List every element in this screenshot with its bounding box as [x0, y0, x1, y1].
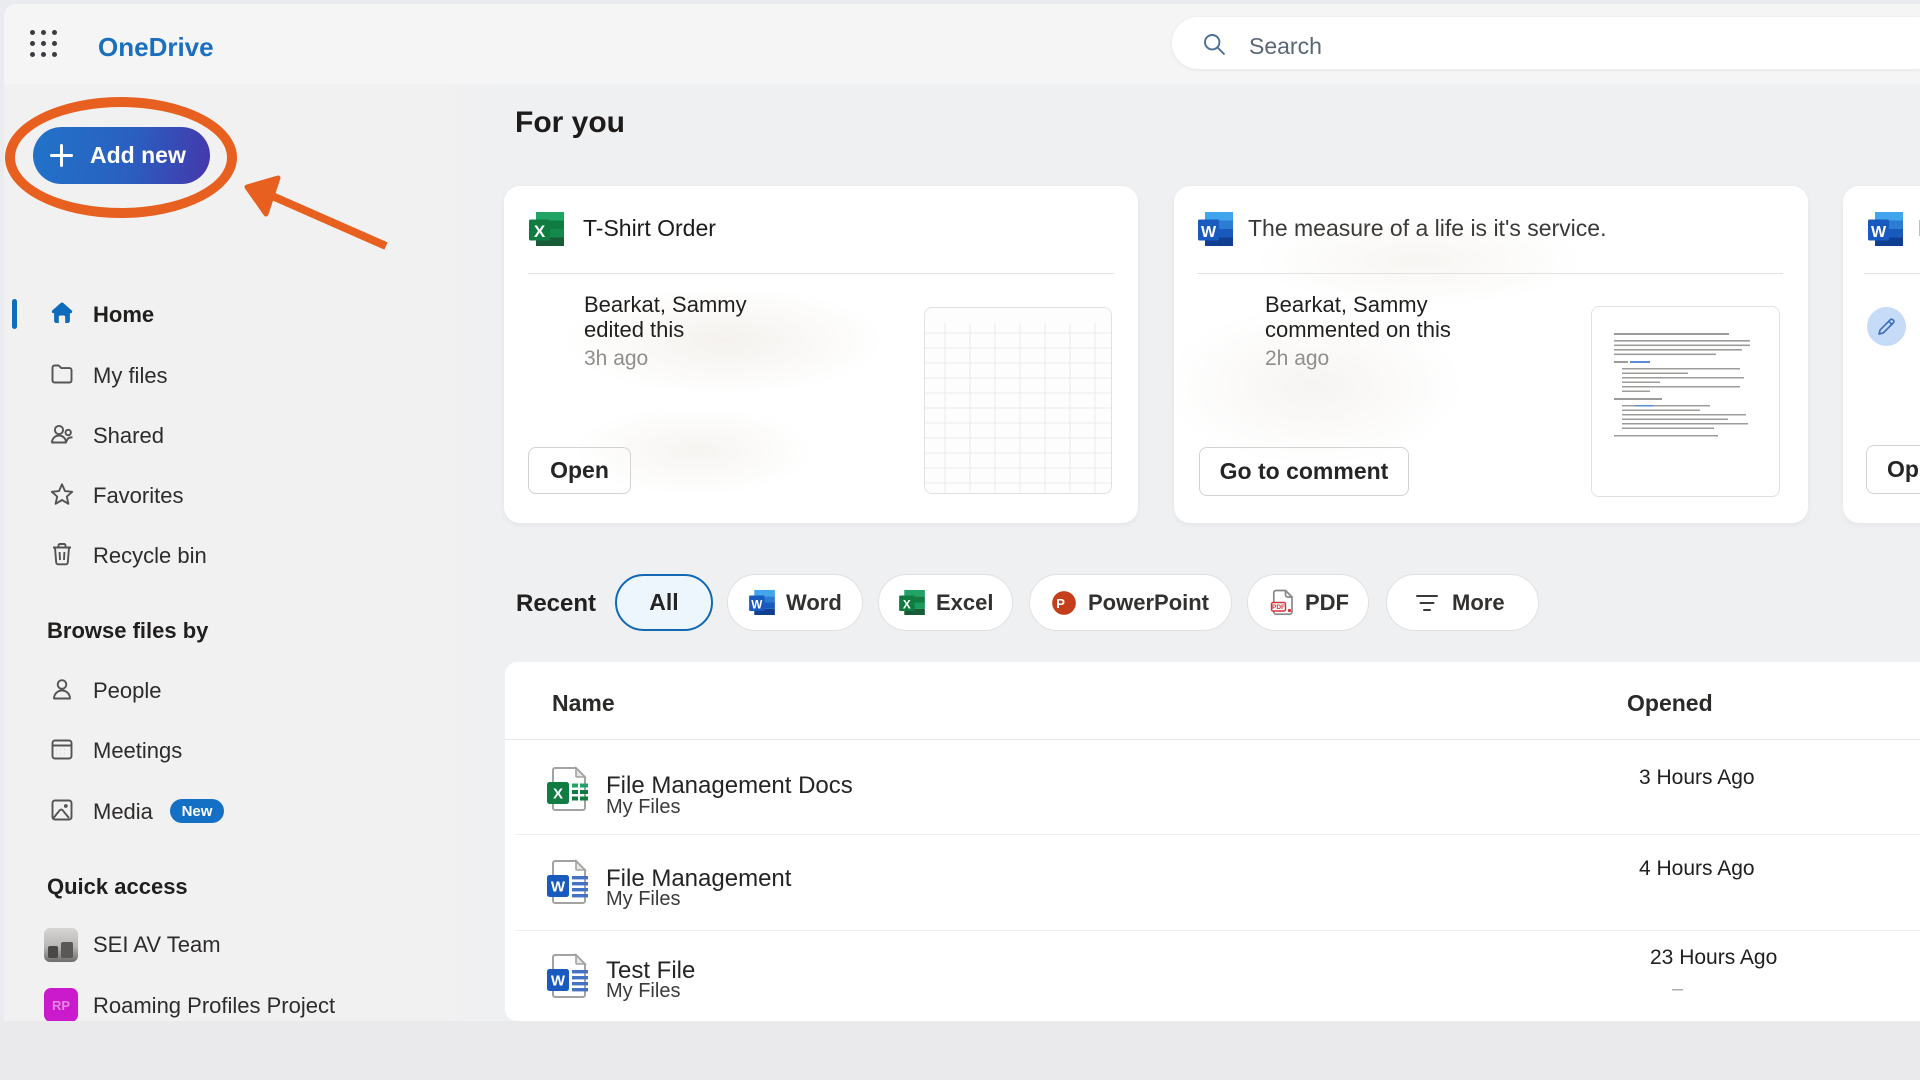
svg-text:P: P	[1056, 595, 1065, 610]
svg-text:W: W	[751, 598, 763, 611]
svg-text:X: X	[903, 598, 911, 611]
svg-text:X: X	[534, 222, 546, 241]
svg-text:W: W	[1201, 224, 1217, 241]
svg-text:W: W	[551, 973, 566, 990]
svg-text:X: X	[553, 786, 563, 803]
svg-text:W: W	[1871, 224, 1887, 241]
svg-text:PDF: PDF	[1272, 604, 1285, 611]
svg-text:W: W	[551, 879, 566, 896]
